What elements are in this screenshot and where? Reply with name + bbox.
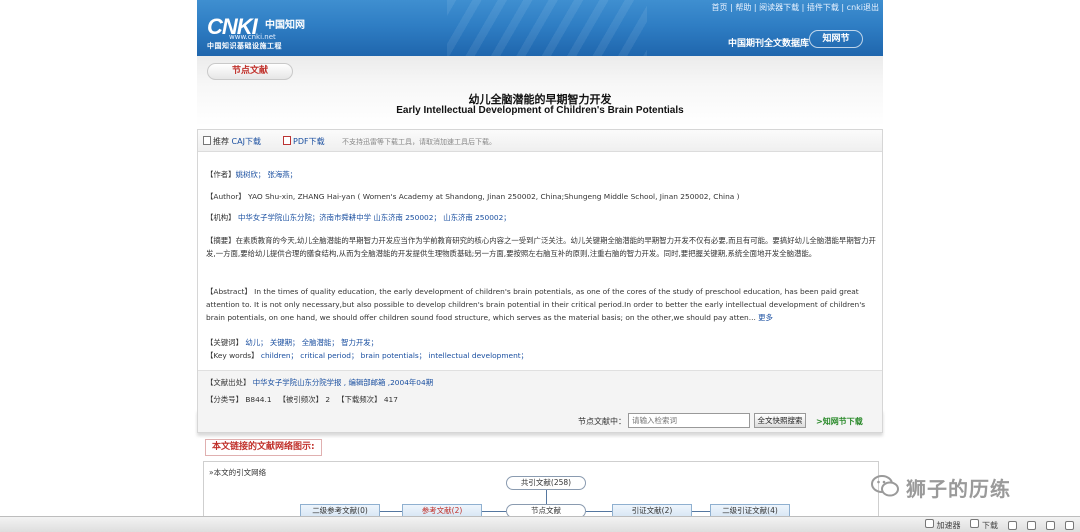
author-row: 【作者】姚树欣； 张海燕；: [206, 168, 876, 181]
keywords-label: 【关键词】: [206, 338, 243, 347]
database-name: 中国期刊全文数据库: [728, 39, 810, 49]
download-bar: 推荐 CAJ下载 PDF下载 不支持迅雷等下载工具，请取消加速工具后下载。: [198, 130, 882, 152]
link-reader-download[interactable]: 阅读器下载: [759, 3, 799, 12]
node-search-row: 节点文献中： 全文快照搜索 >知网节下载: [197, 409, 883, 433]
node-document-pill: 节点文献: [207, 63, 293, 80]
keywords-en-links[interactable]: children； critical period； brain potenti…: [261, 351, 528, 360]
caj-file-icon: [203, 136, 211, 145]
connector-ref1-node: [482, 511, 506, 512]
source-label: 【文献出处】: [206, 378, 251, 387]
watermark-text: 狮子的历练: [906, 477, 1011, 501]
status-icon-4[interactable]: [1065, 520, 1074, 530]
org-links[interactable]: 中华女子学院山东分院；济南市舜耕中学 山东济南 250002； 山东济南 250…: [238, 213, 511, 222]
author-en-label: 【Author】: [206, 192, 246, 201]
search-input[interactable]: [628, 413, 750, 428]
link-plugin-download[interactable]: 插件下载: [807, 3, 839, 12]
author-en-row: 【Author】 YAO Shu-xin, ZHANG Hai-yan ( Wo…: [206, 190, 876, 203]
keywords-en-row: 【Key words】 children； critical period； b…: [206, 349, 876, 362]
download-item[interactable]: 下载: [970, 519, 998, 531]
abstract-cn-row: 【摘要】在素质教育的今天,幼儿全脑潜能的早期智力开发应当作为学前教育研究的核心内…: [206, 234, 876, 260]
logo-cn-text: 中国知网: [265, 20, 305, 31]
caj-download[interactable]: 推荐 CAJ下载: [203, 136, 261, 147]
logo-subtitle: 中国知识基础设施工程: [207, 42, 282, 50]
header-decoration: [447, 0, 647, 56]
article-title-en: Early Intellectual Development of Childr…: [396, 105, 684, 116]
fulltext-search-button[interactable]: 全文快照搜索: [754, 413, 806, 428]
download-label: 下载: [982, 521, 998, 530]
pdf-download[interactable]: PDF下载: [283, 136, 325, 147]
browser-status-bar: 加速器 下载: [0, 516, 1080, 532]
connector-cocite: [546, 490, 547, 504]
keywords-row: 【关键词】 幼儿； 关键期； 全脑潜能； 智力开发；: [206, 336, 876, 349]
link-home[interactable]: 首页: [712, 3, 728, 12]
connector-cite1-cite2: [692, 511, 710, 512]
knowledge-node-badge: 知网节: [809, 30, 863, 48]
wechat-watermark: 狮子的历练: [870, 470, 1070, 504]
caj-download-link[interactable]: CAJ下载: [232, 137, 261, 146]
status-icon-1[interactable]: [1008, 520, 1017, 530]
page: CNKI 中国知网 www.cnki.net 中国知识基础设施工程 首页 | 帮…: [197, 0, 883, 532]
pdf-download-link[interactable]: PDF下载: [293, 137, 325, 146]
article-info-box: 推荐 CAJ下载 PDF下载 不支持迅雷等下载工具，请取消加速工具后下载。 【作…: [197, 129, 883, 409]
downloads-value: 417: [383, 395, 398, 404]
class-value: B844.1: [245, 395, 272, 404]
status-icon-3[interactable]: [1046, 520, 1055, 530]
org-row: 【机构】 中华女子学院山东分院；济南市舜耕中学 山东济南 250002； 山东济…: [206, 211, 876, 224]
accelerator-icon: [924, 519, 934, 528]
logo-url-text: www.cnki.net: [229, 33, 276, 41]
top-links: 首页 | 帮助 | 阅读器下载 | 插件下载 | cnki退出: [711, 3, 879, 12]
abstract-label: 【摘要】: [206, 236, 236, 245]
cited-value: 2: [325, 395, 331, 404]
downloads-label: 【下载频次】: [337, 395, 382, 404]
accelerator-label: 加速器: [936, 521, 961, 530]
keywords-en-label: 【Key words】: [206, 351, 259, 360]
node-download-label: 知网节下载: [822, 417, 863, 426]
source-section: 【文献出处】 中华女子学院山东分院学报 , 编辑部邮箱 ,2004年04期 【分…: [198, 370, 882, 409]
cnki-logo[interactable]: CNKI 中国知网 www.cnki.net 中国知识基础设施工程: [207, 14, 307, 50]
wechat-icon: [871, 475, 899, 497]
network-title: 本文链接的文献网络图示:: [205, 439, 322, 456]
author-links[interactable]: 姚树欣； 张海燕；: [236, 170, 297, 179]
abstract-en-row: 【Abstract】 In the times of quality educa…: [206, 285, 876, 324]
download-note: 不支持迅雷等下载工具，请取消加速工具后下载。: [342, 138, 496, 146]
link-logout[interactable]: cnki退出: [847, 3, 879, 12]
cited-label: 【被引频次】: [278, 395, 323, 404]
status-bar-items: 加速器 下载: [924, 519, 1074, 531]
source-row: 【文献出处】 中华女子学院山东分院学报 , 编辑部邮箱 ,2004年04期: [206, 376, 876, 389]
citation-network-subtitle: »本文的引文网络: [209, 468, 267, 477]
caj-prefix: 推荐: [213, 137, 229, 146]
search-label: 节点文献中：: [578, 417, 626, 426]
abstract-cn-text: 在素质教育的今天,幼儿全脑潜能的早期智力开发应当作为学前教育研究的核心内容之一受…: [206, 236, 876, 258]
org-label: 【机构】: [206, 213, 236, 222]
node-download-link[interactable]: >知网节下载: [816, 416, 863, 427]
class-label: 【分类号】: [206, 395, 243, 404]
source-link[interactable]: 中华女子学院山东分院学报 , 编辑部邮箱 ,2004年04期: [253, 378, 433, 387]
site-header: CNKI 中国知网 www.cnki.net 中国知识基础设施工程 首页 | 帮…: [197, 0, 883, 56]
author-en-text: YAO Shu-xin, ZHANG Hai-yan ( Women's Aca…: [248, 192, 740, 201]
abstract-more-link[interactable]: 更多: [758, 313, 773, 322]
pdf-file-icon: [283, 136, 291, 145]
co-citation-node[interactable]: 共引文献(258): [506, 476, 586, 490]
download-icon: [970, 519, 980, 528]
abstract-en-label: 【Abstract】: [206, 287, 252, 296]
connector-node-cite1: [586, 511, 612, 512]
connector-ref2-ref1: [380, 511, 402, 512]
stats-row: 【分类号】 B844.1 【被引频次】 2 【下载频次】 417: [206, 393, 876, 406]
author-label: 【作者】: [206, 170, 236, 179]
keywords-links[interactable]: 幼儿； 关键期； 全脑潜能； 智力开发；: [245, 338, 378, 347]
link-help[interactable]: 帮助: [735, 3, 751, 12]
status-icon-2[interactable]: [1027, 520, 1036, 530]
accelerator-item[interactable]: 加速器: [924, 519, 961, 531]
